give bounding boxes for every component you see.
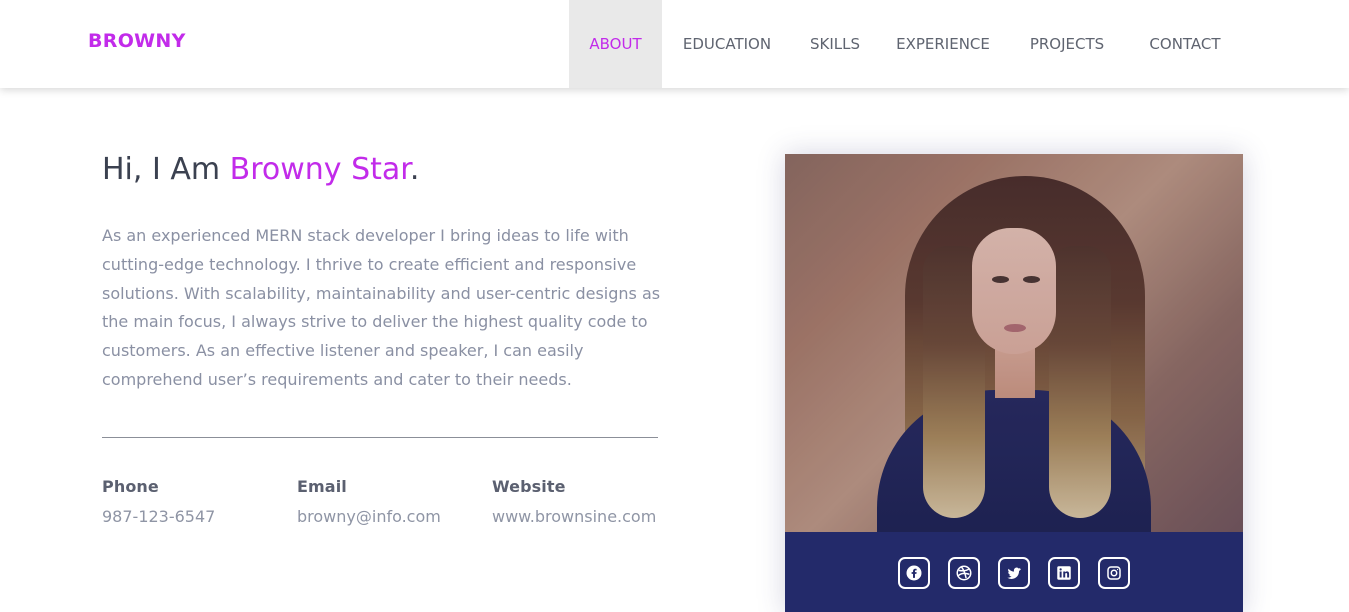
email-info: Email browny@info.com [297,477,477,526]
website-value: www.brownsine.com [492,507,657,526]
nav-item-projects[interactable]: PROJECTS [1008,0,1126,88]
dribbble-icon[interactable] [948,557,980,589]
phone-value: 987-123-6547 [102,507,216,526]
profile-photo [785,154,1243,532]
about-intro: As an experienced MERN stack developer I… [102,226,661,389]
phone-info: Phone 987-123-6547 [102,477,282,526]
nav-item-about[interactable]: ABOUT [569,0,662,88]
greeting-prefix: Hi, I Am [102,152,230,187]
page-title: Hi, I Am Browny Star. [102,152,419,187]
linkedin-icon[interactable] [1048,557,1080,589]
profile-card [785,154,1243,612]
hero-name: Browny Star [229,152,410,187]
facebook-icon[interactable] [898,557,930,589]
phone-label: Phone [102,477,159,496]
twitter-icon[interactable] [998,557,1030,589]
instagram-icon[interactable] [1098,557,1130,589]
email-value: browny@info.com [297,507,441,526]
brand-logo[interactable]: BROWNY [88,30,186,52]
website-label: Website [492,477,566,496]
nav-item-skills[interactable]: SKILLS [792,0,878,88]
top-navbar: BROWNY ABOUT EDUCATION SKILLS EXPERIENCE… [0,0,1349,88]
email-label: Email [297,477,347,496]
social-bar [785,532,1243,612]
main-nav: ABOUT EDUCATION SKILLS EXPERIENCE PROJEC… [569,0,1244,88]
nav-item-education[interactable]: EDUCATION [662,0,792,88]
website-info: Website www.brownsine.com [492,477,672,526]
section-divider [102,437,658,438]
nav-item-contact[interactable]: CONTACT [1126,0,1244,88]
greeting-suffix: . [409,152,420,187]
nav-item-experience[interactable]: EXPERIENCE [878,0,1008,88]
photo-tint [785,154,1243,532]
